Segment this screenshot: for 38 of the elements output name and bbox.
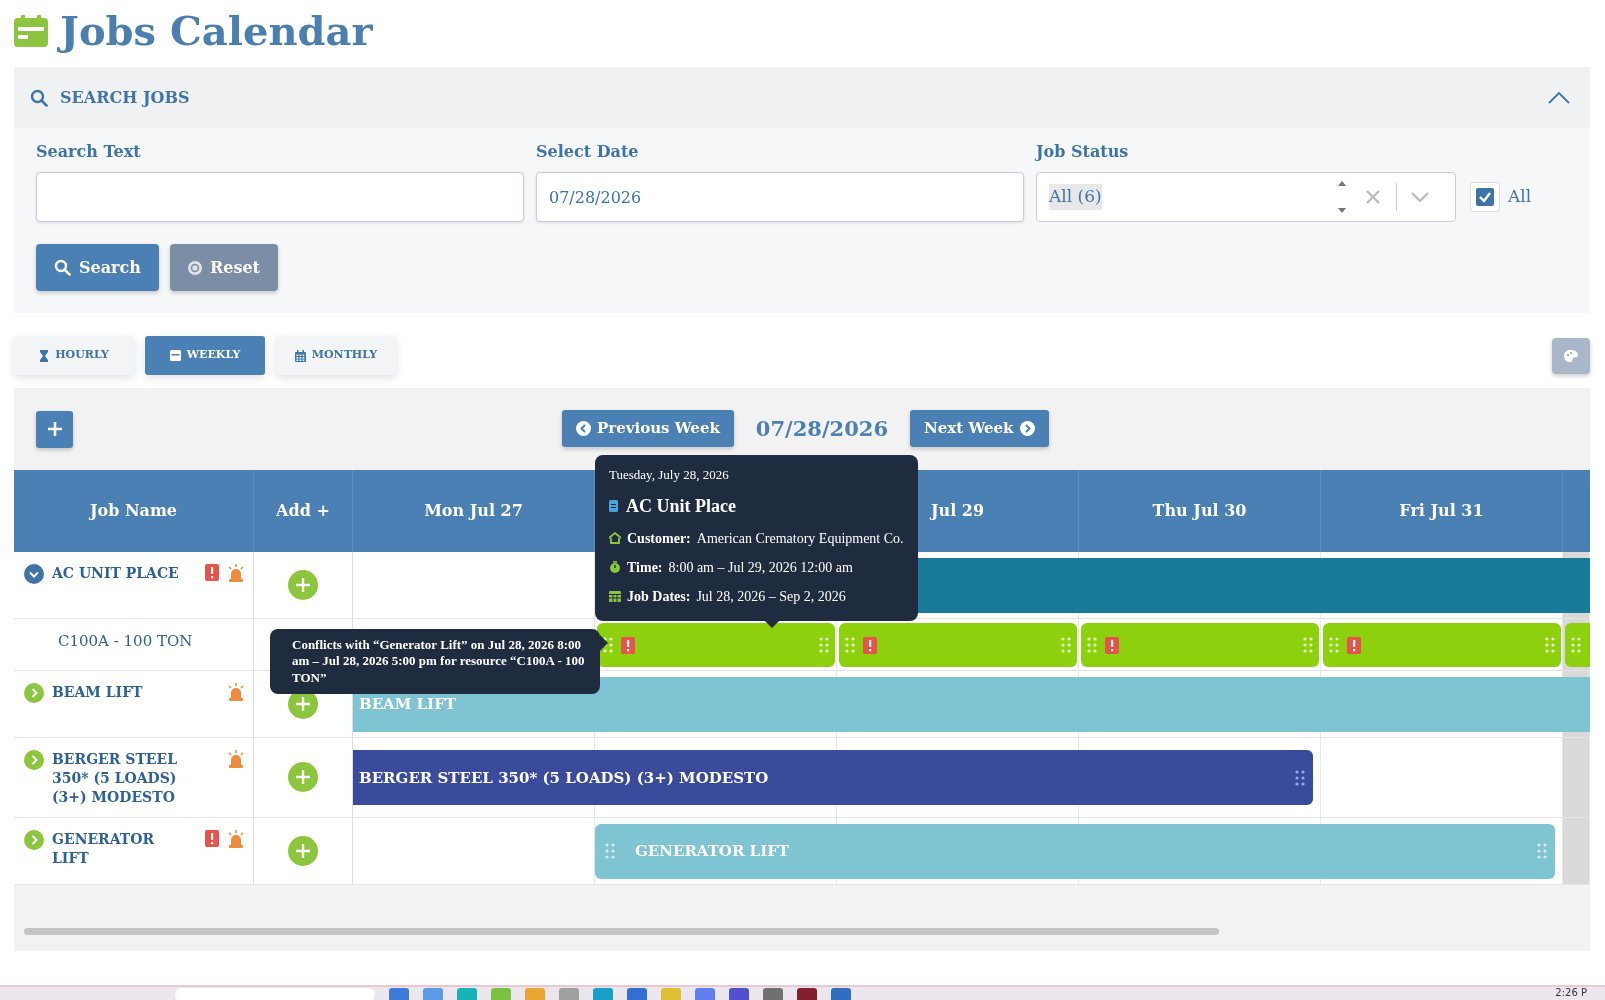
job-name: BERGER STEEL 350* (5 LOADS) (3+) MODESTO xyxy=(52,750,178,807)
job-bar-label: BERGER STEEL 350* (5 LOADS) (3+) MODESTO xyxy=(359,767,770,789)
current-date: 07/28/2026 xyxy=(755,414,889,443)
job-name: BEAM LIFT xyxy=(52,683,144,702)
view-tab[interactable]: MONTHLY xyxy=(276,336,396,375)
tooltip-value: Jul 28, 2026 – Sep 2, 2026 xyxy=(696,587,846,606)
job-bar-label: BEAM LIFT xyxy=(359,694,457,716)
field-label: Select Date xyxy=(536,141,639,163)
column-header: Job Name xyxy=(14,470,254,552)
job-bar[interactable]: BERGER STEEL 350* (5 LOADS) (3+) MODESTO xyxy=(353,750,1313,806)
view-tab[interactable]: WEEKLY xyxy=(145,336,265,375)
column-header: Add + xyxy=(254,470,353,552)
job-bar-label: GENERATOR LIFT xyxy=(634,840,790,862)
input-field[interactable]: 07/28/2026 xyxy=(536,172,1024,222)
column-header: Thu Jul 30 xyxy=(1079,470,1321,552)
tooltip-title: AC Unit Place xyxy=(626,494,736,518)
checkbox-label: All xyxy=(1508,185,1532,209)
previous-week-button[interactable]: Previous Week xyxy=(562,410,734,447)
reset-button[interactable]: Reset xyxy=(169,244,278,291)
field-label: Job Status xyxy=(1036,141,1129,163)
job-name: AC UNIT PLACE xyxy=(52,564,180,583)
tooltip-label: Time: xyxy=(627,558,663,577)
search-button[interactable]: Search xyxy=(36,244,159,291)
tooltip-date: Tuesday, July 28, 2026 xyxy=(609,466,730,484)
select-field[interactable]: All (6) xyxy=(1036,172,1456,222)
column-header: Mon Jul 27 xyxy=(353,470,595,552)
next-week-button[interactable]: Next Week xyxy=(910,410,1049,447)
panel-title: SEARCH JOBS xyxy=(60,86,190,109)
tooltip-label: Job Dates: xyxy=(627,587,691,606)
tooltip-value: 8:00 am – Jul 29, 2026 12:00 am xyxy=(668,558,853,577)
tooltip-label: Customer: xyxy=(627,529,691,548)
job-name: GENERATOR LIFT xyxy=(52,829,156,868)
taskbar-clock: 2:26 P xyxy=(1555,987,1587,999)
field-label: Search Text xyxy=(36,141,141,163)
conflict-tooltip: Conflicts with “Generator Lift” on Jul 28, 2026 8:00 am – Jul 28, 2026 5:00 pm for resource “C100A - 100 TON” xyxy=(270,629,600,694)
column-header: Fri Jul 31 xyxy=(1321,470,1563,552)
resource-name: C100A - 100 TON xyxy=(57,631,193,652)
view-tab[interactable]: HOURLY xyxy=(14,336,134,375)
